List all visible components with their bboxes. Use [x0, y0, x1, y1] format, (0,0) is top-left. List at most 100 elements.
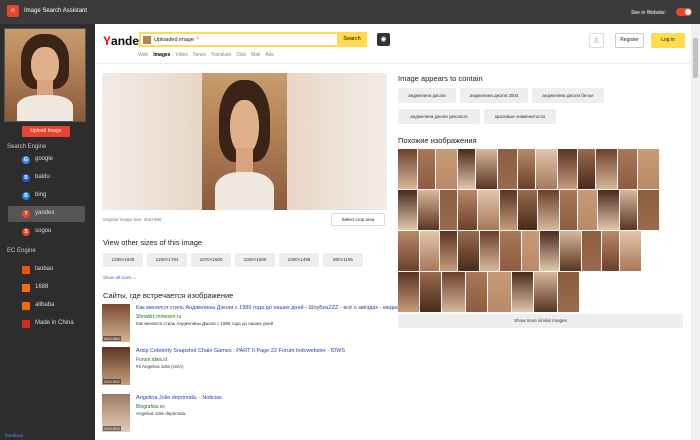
similar-image-thumb[interactable]	[436, 149, 457, 189]
similar-image-thumb[interactable]	[638, 190, 659, 230]
login-button[interactable]: Log in	[651, 33, 685, 48]
tag-chip[interactable]: анджелина джоли 2004	[460, 88, 528, 103]
similar-image-thumb[interactable]	[398, 190, 417, 230]
similar-image-thumb[interactable]	[518, 149, 535, 189]
site-thumbnail[interactable]: 200×302	[102, 347, 130, 385]
similar-image-thumb[interactable]	[560, 231, 581, 271]
ec-engine-item-2[interactable]: alibaba	[8, 298, 85, 314]
tag-chip[interactable]: анджелина джоли	[398, 88, 456, 103]
similar-image-thumb[interactable]	[442, 272, 465, 312]
similar-image-thumb[interactable]	[618, 149, 637, 189]
similar-image-thumb[interactable]	[500, 190, 517, 230]
scrollbar-thumb[interactable]	[693, 38, 698, 78]
similar-image-thumb[interactable]	[420, 272, 441, 312]
engine-item-bing[interactable]: Bbing	[8, 188, 85, 204]
similar-image-thumb[interactable]	[560, 190, 577, 230]
search-value: Uploaded image	[154, 37, 195, 43]
nav-tab-video[interactable]: Video	[175, 52, 188, 58]
camera-icon[interactable]: ◉	[377, 33, 390, 46]
similar-image-thumb[interactable]	[398, 231, 419, 271]
similar-image-thumb[interactable]	[578, 190, 597, 230]
tag-chip[interactable]: красивые знаменитости	[484, 109, 556, 124]
similar-image-thumb[interactable]	[602, 231, 619, 271]
similar-image-thumb[interactable]	[458, 149, 475, 189]
similar-image-thumb[interactable]	[418, 190, 439, 230]
show-all-sizes-link[interactable]: Show all sizes ⌄	[103, 275, 137, 281]
similar-image-thumb[interactable]	[538, 190, 559, 230]
scrollbar[interactable]	[691, 24, 700, 440]
similar-image-thumb[interactable]	[536, 149, 557, 189]
nav-tab-news[interactable]: News	[193, 52, 206, 58]
similar-image-thumb[interactable]	[522, 231, 539, 271]
similar-image-thumb[interactable]	[596, 149, 617, 189]
ec-engine-item-0[interactable]: taobao	[8, 262, 85, 278]
size-option[interactable]: 1339×1940	[103, 253, 143, 267]
engine-item-baidu[interactable]: Bbaidu	[8, 170, 85, 186]
similar-image-thumb[interactable]	[558, 149, 577, 189]
nav-tab-web[interactable]: Web	[138, 52, 148, 58]
similar-image-thumb[interactable]	[534, 272, 557, 312]
feedback-link[interactable]: feedback	[5, 433, 23, 438]
user-icon[interactable]: ♙	[589, 33, 604, 48]
engine-item-sogou[interactable]: Ssogou	[8, 224, 85, 240]
register-button[interactable]: Register	[615, 33, 644, 48]
engine-item-google[interactable]: Ggoogle	[8, 152, 85, 168]
size-option[interactable]: 1200×1794	[147, 253, 187, 267]
tag-chip[interactable]: анджелина джоли декольте	[398, 109, 480, 124]
similar-image-thumb[interactable]	[558, 272, 579, 312]
similar-image-thumb[interactable]	[440, 190, 457, 230]
select-crop-button[interactable]: Select crop area	[331, 213, 385, 226]
upload-image-button[interactable]: Upload Image	[22, 126, 70, 137]
site-url-link[interactable]: Showbiz.mirtesen.ru	[136, 314, 181, 320]
tag-chip[interactable]: анджелина джоли белье	[532, 88, 604, 103]
see-in-website-toggle[interactable]	[676, 8, 692, 16]
site-title-link[interactable]: Angelina Jolie deprimida. - Noticias	[136, 395, 222, 401]
clear-icon[interactable]: ×	[196, 36, 200, 42]
similar-image-thumb[interactable]	[458, 231, 479, 271]
similar-image-thumb[interactable]	[488, 272, 511, 312]
similar-image-thumb[interactable]	[638, 149, 659, 189]
similar-image-thumb[interactable]	[480, 231, 499, 271]
ec-engine-item-3[interactable]: Made in China	[8, 316, 85, 332]
ec-engine-item-1[interactable]: 1688	[8, 280, 85, 296]
nav-tab-disk[interactable]: Disk	[236, 52, 246, 58]
similar-image-thumb[interactable]	[512, 272, 533, 312]
similar-image-thumb[interactable]	[458, 190, 477, 230]
similar-image-thumb[interactable]	[500, 231, 521, 271]
nav-tab-translate[interactable]: Translate	[211, 52, 232, 58]
similar-image-thumb[interactable]	[518, 190, 537, 230]
similar-image-thumb[interactable]	[582, 231, 601, 271]
nav-tab-images[interactable]: Images	[153, 52, 170, 58]
similar-image-thumb[interactable]	[418, 149, 435, 189]
size-option[interactable]: 1070×1600	[191, 253, 231, 267]
site-title-link[interactable]: Arsip Celebrity Snapshot Chain Games : P…	[136, 348, 345, 354]
main-image-viewer[interactable]	[102, 73, 387, 210]
similar-image-thumb[interactable]	[440, 231, 457, 271]
similar-image-thumb[interactable]	[620, 190, 637, 230]
similar-image-thumb[interactable]	[476, 149, 497, 189]
similar-image-thumb[interactable]	[620, 231, 641, 271]
search-input[interactable]: Uploaded image ×	[139, 32, 367, 47]
similar-image-thumb[interactable]	[398, 149, 417, 189]
similar-image-thumb[interactable]	[498, 149, 517, 189]
search-button[interactable]: Search	[337, 32, 367, 47]
similar-image-thumb[interactable]	[598, 190, 619, 230]
site-url-link[interactable]: Biografias.es	[136, 404, 165, 410]
size-option[interactable]: 1000×1500	[235, 253, 275, 267]
size-option[interactable]: 800×1196	[323, 253, 363, 267]
similar-image-thumb[interactable]	[420, 231, 439, 271]
nav-tab-mail[interactable]: Mail	[251, 52, 260, 58]
similar-image-thumb[interactable]	[540, 231, 559, 271]
engine-item-yandex[interactable]: Yyandex	[8, 206, 85, 222]
size-option[interactable]: 1000×1495	[279, 253, 319, 267]
site-thumbnail[interactable]: 200×300	[102, 394, 130, 432]
more-similar-button[interactable]: Show more similar images	[398, 314, 683, 328]
similar-image-thumb[interactable]	[478, 190, 499, 230]
ec-engine-label: 1688	[35, 284, 49, 290]
site-url-link[interactable]: Forum.idws.id	[136, 357, 167, 363]
site-thumbnail[interactable]: 640×960	[102, 304, 130, 342]
similar-image-thumb[interactable]	[578, 149, 595, 189]
similar-image-thumb[interactable]	[398, 272, 419, 312]
similar-image-thumb[interactable]	[466, 272, 487, 312]
nav-tab-ads[interactable]: Ads	[265, 52, 274, 58]
